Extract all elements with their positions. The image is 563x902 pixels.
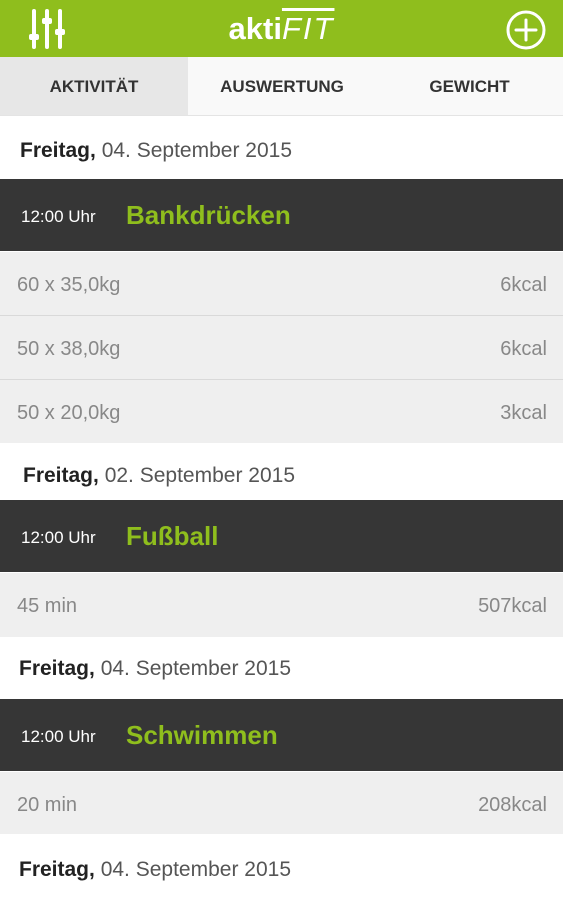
date-header: Freitag, 02. September 2015: [0, 444, 563, 508]
tab-gewicht[interactable]: GEWICHT: [376, 57, 563, 115]
date-text: 04. September 2015: [101, 139, 293, 162]
date-day: Freitag,: [23, 464, 99, 487]
entry-kcal: 6kcal: [500, 274, 547, 296]
activity-time: 12:00 Uhr: [21, 727, 96, 746]
activity-header-fussball[interactable]: 12:00 Uhr Fußball: [0, 500, 563, 572]
entry-row[interactable]: 60 x 35,0kg 6kcal: [0, 252, 563, 315]
entry-kcal: 208kcal: [478, 794, 547, 816]
tab-bar: AKTIVITÄT AUSWERTUNG GEWICHT: [0, 57, 563, 116]
date-header: Freitag, 04. September 2015: [0, 119, 563, 183]
entry-kcal: 507kcal: [478, 595, 547, 617]
entry-kcal: 6kcal: [500, 338, 547, 360]
entry-value: 60 x 35,0kg: [17, 274, 121, 296]
activity-title: Schwimmen: [126, 720, 278, 750]
date-text: 04. September 2015: [100, 858, 292, 881]
activity-header-schwimmen[interactable]: 12:00 Uhr Schwimmen: [0, 699, 563, 771]
entry-value: 50 x 38,0kg: [17, 338, 121, 360]
date-day: Freitag,: [20, 139, 96, 162]
activity-header-bankdruecken[interactable]: 12:00 Uhr Bankdrücken: [0, 179, 563, 251]
tab-auswertung[interactable]: AUSWERTUNG: [188, 57, 376, 115]
activity-title: Fußball: [126, 521, 219, 551]
activity-title: Bankdrücken: [126, 200, 291, 230]
entry-kcal: 3kcal: [500, 402, 547, 424]
date-header: Freitag, 04. September 2015: [0, 637, 563, 701]
tab-aktivitaet[interactable]: AKTIVITÄT: [0, 57, 188, 115]
entry-row[interactable]: 45 min 507kcal: [0, 573, 563, 637]
entry-row[interactable]: 50 x 20,0kg 3kcal: [0, 380, 563, 443]
entry-row[interactable]: 20 min 208kcal: [0, 772, 563, 834]
entry-value: 20 min: [17, 794, 78, 816]
logo-bold-text: akti: [228, 11, 282, 46]
top-bar: aktiFIT: [0, 0, 563, 57]
date-text: 04. September 2015: [100, 657, 292, 680]
entry-row[interactable]: 50 x 38,0kg 6kcal: [0, 316, 563, 379]
date-day: Freitag,: [19, 657, 95, 680]
activity-time: 12:00 Uhr: [21, 528, 96, 547]
logo-light-text: FIT: [281, 11, 335, 46]
date-text: 02. September 2015: [104, 464, 296, 487]
entry-value: 45 min: [17, 595, 78, 617]
entry-value: 50 x 20,0kg: [17, 402, 121, 424]
date-header: Freitag, 04. September 2015: [0, 838, 563, 902]
plus-circle-icon[interactable]: [505, 9, 547, 51]
app-logo: aktiFIT: [0, 6, 563, 52]
date-day: Freitag,: [19, 858, 95, 881]
activity-time: 12:00 Uhr: [21, 207, 96, 226]
